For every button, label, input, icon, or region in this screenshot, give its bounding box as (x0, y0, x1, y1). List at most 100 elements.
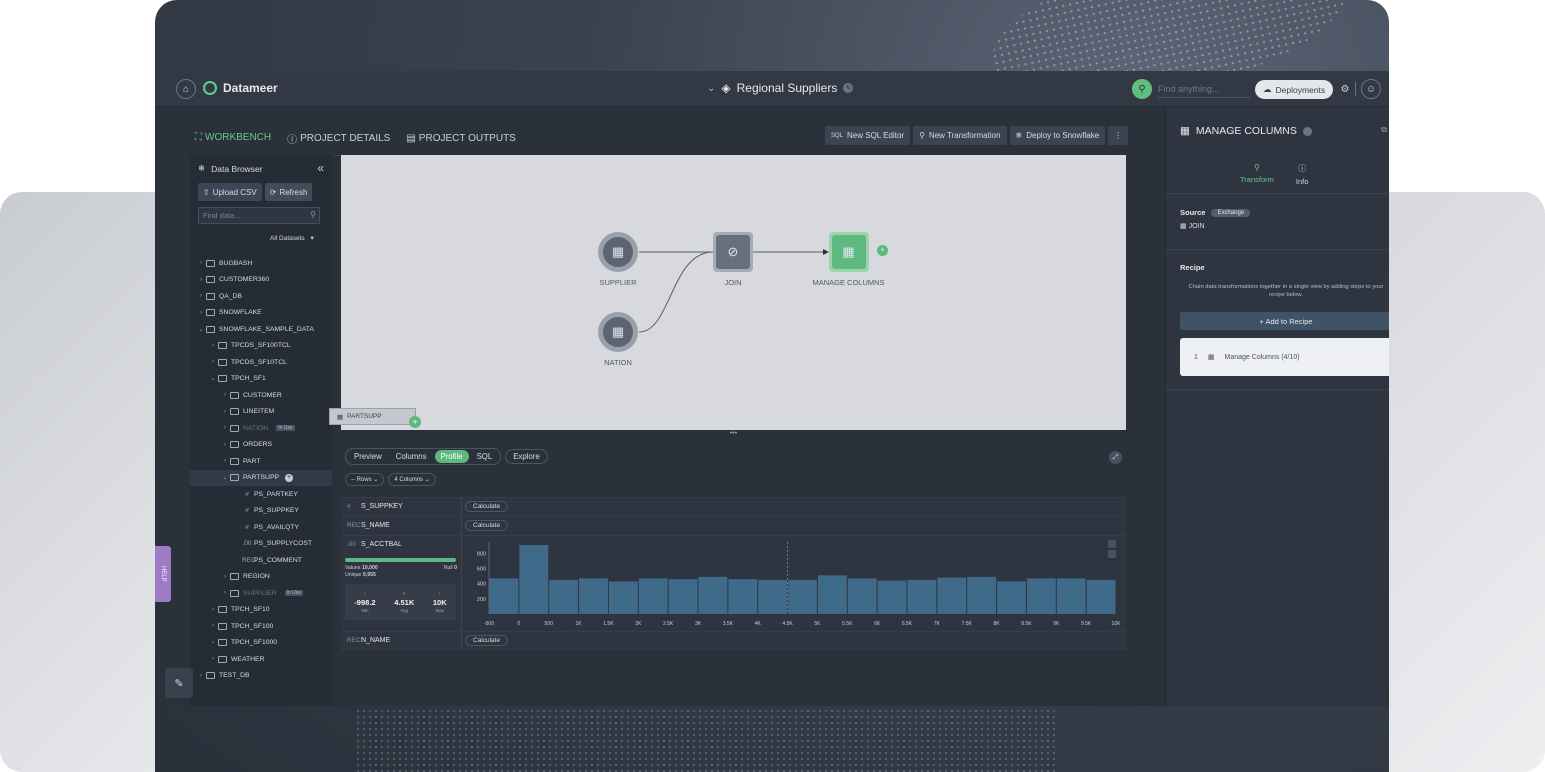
tab-project-details[interactable]: ⓘ PROJECT DETAILS (287, 131, 390, 158)
chevron-right-icon[interactable]: › (196, 673, 206, 679)
calculate-button[interactable]: Calculate (465, 501, 509, 512)
tree-item[interactable]: › PART (190, 453, 332, 470)
edit-badge-icon[interactable] (1302, 126, 1312, 136)
tab-sql[interactable]: SQL (471, 450, 499, 463)
histogram-bar[interactable] (758, 579, 788, 614)
add-to-recipe-button[interactable]: + Add to Recipe (1180, 312, 1389, 330)
home-icon[interactable]: ⌂ (176, 79, 196, 99)
tab-profile[interactable]: Profile (434, 450, 469, 463)
refresh-button[interactable]: ⟳ Refresh (264, 183, 313, 201)
columns-filter[interactable]: 4 Columns ⌄ (388, 473, 436, 486)
new-sql-editor-button[interactable]: SQL New SQL Editor (825, 126, 911, 145)
tree-item[interactable]: › CUSTOMER (190, 387, 332, 404)
dragged-dataset-chip[interactable]: ▦ PARTSUPP (329, 408, 416, 425)
histogram-bar[interactable] (668, 579, 698, 614)
tree-item[interactable]: REC PS_COMMENT (190, 552, 332, 569)
histogram-bar[interactable] (698, 576, 728, 614)
histogram-bar[interactable] (638, 578, 668, 614)
chevron-right-icon[interactable]: › (208, 623, 218, 629)
tree-item[interactable]: # PS_PARTKEY (190, 486, 332, 503)
tree-item[interactable]: › TEST_DB (190, 668, 332, 685)
chevron-right-icon[interactable]: › (208, 343, 218, 349)
add-node-icon[interactable]: + (877, 245, 888, 256)
all-datasets-filter[interactable]: All Datasets ▾ (270, 234, 314, 242)
histogram-bar[interactable] (549, 579, 579, 614)
histogram-bar[interactable] (877, 580, 907, 614)
histogram-bar[interactable] (608, 581, 638, 614)
source-chip[interactable]: Exchange (1211, 208, 1251, 217)
open-external-icon[interactable]: ⧉ (1381, 125, 1387, 135)
tree-item[interactable]: › LINEITEM (190, 404, 332, 421)
calculate-button[interactable]: Calculate (465, 520, 509, 531)
find-data-input[interactable] (198, 207, 320, 224)
add-icon[interactable]: + (285, 473, 294, 482)
histogram-bar[interactable] (1086, 579, 1116, 614)
tree-item[interactable]: .00 PS_SUPPLYCOST (190, 536, 332, 553)
expand-icon[interactable]: ⤢ (1109, 451, 1122, 464)
recipe-step[interactable]: 1 ▦ Manage Columns (4/10) (1180, 338, 1389, 376)
tab-info[interactable]: ⓘ Info (1296, 163, 1309, 186)
tree-item[interactable]: › QA_DB (190, 288, 332, 305)
tree-item[interactable]: # PS_AVAILQTY (190, 519, 332, 536)
histogram-bar[interactable] (817, 575, 847, 614)
tree-item[interactable]: › SUPPLIER In Use (190, 585, 332, 602)
chevron-right-icon[interactable]: › (196, 293, 206, 299)
explore-button[interactable]: Explore (505, 449, 548, 464)
histogram-bar[interactable] (788, 579, 817, 614)
histogram-bar[interactable] (489, 578, 519, 614)
deploy-to-snowflake-button[interactable]: ❄ Deploy to Snowflake (1009, 126, 1106, 145)
chevron-right-icon[interactable]: › (220, 458, 230, 464)
tree-item[interactable]: ⌄ PARTSUPP + (190, 469, 332, 486)
tree-item[interactable]: › BUGBASH (190, 255, 332, 272)
histogram-bar[interactable] (997, 581, 1026, 614)
histogram-bar[interactable] (847, 578, 877, 614)
node-join[interactable]: ⊘ JOIN (713, 232, 753, 287)
deployments-button[interactable]: ☁ Deployments (1255, 80, 1334, 99)
histogram-bar[interactable] (907, 579, 937, 614)
tree-item[interactable]: › TPCDS_SF100TCL (190, 338, 332, 355)
settings-icon[interactable]: ⚙ (1335, 79, 1355, 99)
tree-item[interactable]: # PS_SUPPKEY (190, 503, 332, 520)
chevron-right-icon[interactable]: › (220, 425, 230, 431)
scroll-up-icon[interactable] (1108, 540, 1116, 548)
project-selector[interactable]: ⌄ ◈ Regional Suppliers ✎ (707, 81, 854, 95)
new-transformation-button[interactable]: ⚲ New Transformation (913, 126, 1007, 145)
histogram-bar[interactable] (967, 576, 997, 614)
histogram-bar[interactable] (937, 577, 967, 614)
tab-project-outputs[interactable]: ▤ PROJECT OUTPUTS (406, 131, 516, 158)
chevron-down-icon[interactable]: ⌄ (196, 326, 206, 333)
histogram-bar[interactable] (728, 579, 758, 614)
node-supplier[interactable]: ▦ SUPPLIER (598, 232, 638, 287)
tree-item[interactable]: › NATION In Use (190, 420, 332, 437)
chevron-right-icon[interactable]: › (220, 574, 230, 580)
histogram-bar[interactable] (1026, 578, 1056, 614)
node-manage-columns[interactable]: ▦ MANAGE COLUMNS (811, 232, 886, 287)
help-tab[interactable]: HELP (155, 546, 171, 602)
user-icon[interactable]: ☺ (1361, 79, 1381, 99)
chevron-right-icon[interactable]: › (196, 277, 206, 283)
calculate-button[interactable]: Calculate (465, 635, 509, 646)
chevron-right-icon[interactable]: › (208, 656, 218, 662)
chevron-right-icon[interactable]: › (208, 607, 218, 613)
tab-transform[interactable]: ⚲ Transform (1240, 163, 1274, 186)
chevron-right-icon[interactable]: › (220, 392, 230, 398)
tab-workbench[interactable]: ⛶ WORKBENCH (195, 131, 272, 158)
chevron-right-icon[interactable]: › (208, 359, 218, 365)
tree-item[interactable]: › TPCDS_SF10TCL (190, 354, 332, 371)
rows-filter[interactable]: -- Rows ⌄ (345, 473, 385, 486)
chevron-down-icon[interactable]: ⌄ (208, 375, 218, 382)
tree-item[interactable]: › CUSTOMER360 (190, 272, 332, 289)
tree-item[interactable]: › WEATHER (190, 651, 332, 668)
histogram-bar[interactable] (519, 545, 549, 614)
search-icon[interactable]: ⚲ (1132, 79, 1152, 99)
chevron-right-icon[interactable]: › (220, 590, 230, 596)
collapse-icon[interactable]: « (317, 161, 324, 175)
search-input[interactable] (1158, 80, 1250, 98)
histogram-bar[interactable] (579, 578, 608, 614)
chevron-right-icon[interactable]: › (196, 310, 206, 316)
upload-csv-button[interactable]: ⇧ Upload CSV (198, 183, 262, 201)
chevron-right-icon[interactable]: › (220, 442, 230, 448)
histogram-bar[interactable] (1056, 578, 1086, 614)
tree-item[interactable]: › TPCH_SF100 (190, 618, 332, 635)
edit-icon[interactable]: ✎ (165, 668, 193, 698)
